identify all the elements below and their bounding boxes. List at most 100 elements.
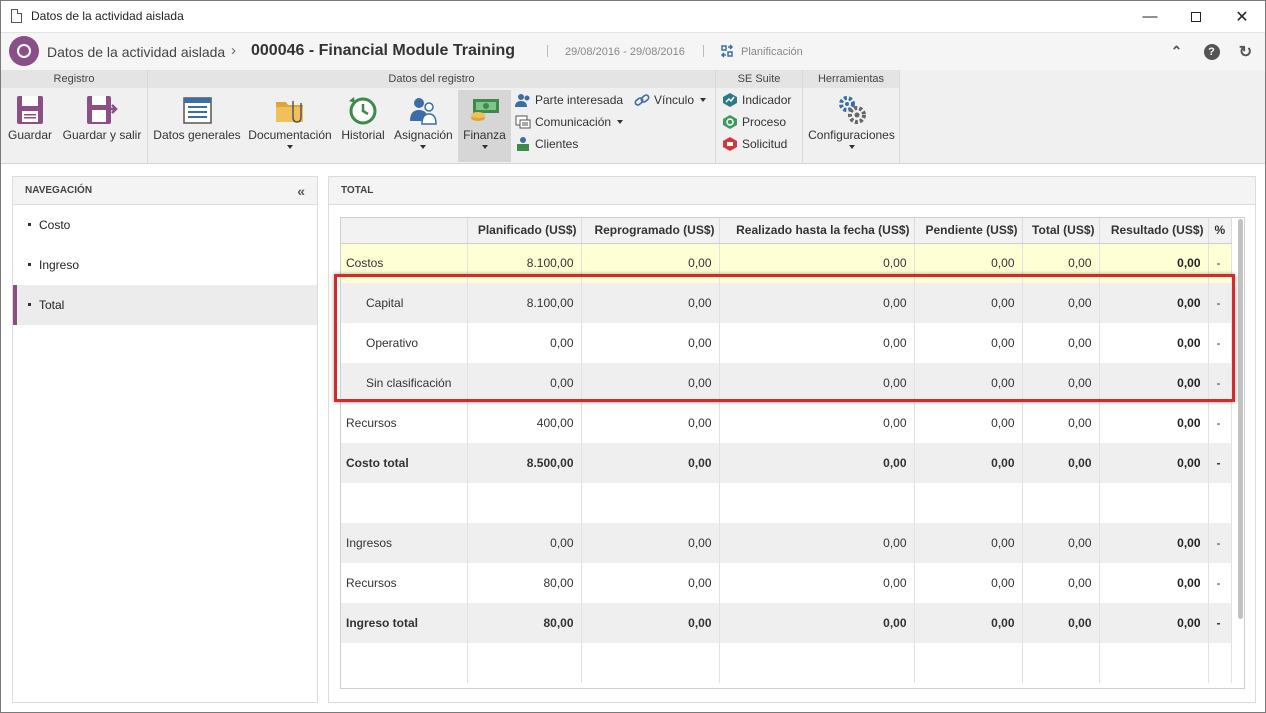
value-cell: 0,00 [581, 603, 720, 643]
table-row[interactable]: Ingresos 0,00 0,00 0,00 0,00 0,00 0,00- [341, 523, 1232, 563]
value-cell: 0,00 [1022, 283, 1100, 323]
record-dates: 29/08/2016 - 29/08/2016 [565, 46, 685, 58]
status-label: Planificación [741, 46, 803, 58]
value-cell: 400,00 [467, 403, 582, 443]
dropdown-arrow-icon [420, 145, 426, 149]
nav-item-costo[interactable]: Costo [13, 205, 317, 245]
communication-icon [515, 114, 531, 130]
value-cell: 0,00 [1022, 563, 1100, 603]
table-row[interactable]: Ingreso total 80,00 0,00 0,00 0,00 0,00 0,00- [341, 603, 1232, 643]
comunicacion-button[interactable]: Comunicación [515, 112, 624, 132]
value-cell: 0,00 [1099, 283, 1209, 323]
clients-icon [515, 136, 531, 152]
value-cell [1099, 483, 1209, 523]
column-header[interactable]: Reprogramado (US$) [581, 218, 720, 244]
datos-generales-button[interactable]: Datos generales [152, 90, 242, 162]
solicitud-button[interactable]: Solicitud [722, 134, 787, 154]
value-cell: 8.500,00 [467, 443, 582, 483]
value-cell [1022, 483, 1100, 523]
help-icon[interactable]: ? [1203, 43, 1220, 60]
nav-item-ingreso[interactable]: Ingreso [13, 245, 317, 285]
column-header[interactable]: Planificado (US$) [467, 218, 582, 244]
table-row[interactable] [341, 643, 1232, 683]
documentacion-button[interactable]: Documentación [248, 90, 332, 162]
column-header[interactable]: Pendiente (US$) [914, 218, 1023, 244]
guardar-button[interactable]: Guardar [5, 90, 55, 162]
value-cell: 0,00 [719, 443, 915, 483]
table-row[interactable]: Sin clasificación 0,00 0,00 0,00 0,00 0,00 0,0… [341, 363, 1232, 403]
column-header[interactable]: % [1208, 218, 1232, 244]
assignment-people-icon [410, 98, 437, 125]
dropdown-arrow-icon [617, 120, 624, 124]
proceso-button[interactable]: Proceso [722, 112, 786, 132]
document-icon [11, 9, 22, 23]
group-label: Datos del registro [148, 70, 715, 88]
value-cell: 0,00 [1022, 403, 1100, 443]
value-cell: 0,00 [719, 363, 915, 403]
configuraciones-button[interactable]: Configuraciones [807, 90, 896, 162]
historial-button[interactable]: Historial [338, 90, 388, 162]
value-cell: 0,00 [719, 603, 915, 643]
table-row[interactable]: Recursos 80,00 0,00 0,00 0,00 0,00 0,00- [341, 563, 1232, 603]
record-header: Datos de la actividad aislada › 000046 -… [1, 32, 1265, 70]
total-panel: TOTAL Planificado (US$) Reprogramado (US… [328, 176, 1256, 703]
column-header[interactable]: Realizado hasta la fecha (US$) [719, 218, 915, 244]
guardar-y-salir-button[interactable]: Guardar y salir [61, 90, 143, 162]
percent-cell [1208, 643, 1232, 683]
group-datos-registro: Datos del registro Datos generales Docum… [148, 70, 716, 164]
row-label: Capital [341, 283, 468, 323]
asignacion-button[interactable]: Asignación [394, 90, 453, 162]
column-header[interactable]: Total (US$) [1022, 218, 1100, 244]
collapse-up-icon[interactable]: ⌃ [1168, 43, 1185, 60]
table-row[interactable]: Capital 8.100,00 0,00 0,00 0,00 0,00 0,00- [341, 283, 1232, 323]
value-cell: 0,00 [1022, 603, 1100, 643]
row-label [341, 483, 468, 523]
activity-logo-icon [9, 36, 39, 66]
table-row[interactable]: Costo total 8.500,00 0,00 0,00 0,00 0,00 0,00- [341, 443, 1232, 483]
totals-grid: Planificado (US$) Reprogramado (US$) Rea… [340, 217, 1245, 689]
group-label: Herramientas [803, 70, 899, 88]
value-cell [581, 483, 720, 523]
value-cell: 0,00 [581, 443, 720, 483]
ribbon-toolbar: Registro Guardar Guardar y salir Datos d… [1, 70, 1265, 164]
value-cell: 0,00 [719, 243, 915, 283]
value-cell [914, 483, 1023, 523]
vinculo-button[interactable]: Vínculo [634, 90, 707, 110]
value-cell: 0,00 [1022, 363, 1100, 403]
finanza-button[interactable]: Finanza [458, 90, 511, 162]
minimize-button[interactable]: — [1127, 1, 1173, 32]
table-row[interactable]: Recursos 400,00 0,00 0,00 0,00 0,00 0,00- [341, 403, 1232, 443]
row-label: Costo total [341, 443, 468, 483]
row-label [341, 643, 468, 683]
close-button[interactable]: ✕ [1219, 1, 1265, 32]
value-cell: 0,00 [719, 283, 915, 323]
parte-interesada-button[interactable]: Parte interesada [515, 90, 623, 110]
value-cell: 0,00 [1022, 243, 1100, 283]
indicador-button[interactable]: Indicador [722, 90, 791, 110]
table-row[interactable]: Operativo 0,00 0,00 0,00 0,00 0,00 0,00- [341, 323, 1232, 363]
scrollbar-thumb[interactable] [1238, 219, 1243, 619]
value-cell: 0,00 [467, 523, 582, 563]
percent-cell: - [1208, 283, 1232, 323]
group-registro: Registro Guardar Guardar y salir [1, 70, 148, 164]
collapse-left-icon[interactable]: « [297, 177, 305, 205]
record-title: 000046 - Financial Module Training [251, 42, 516, 59]
nav-item-total[interactable]: Total [13, 285, 317, 325]
breadcrumb[interactable]: Datos de la actividad aislada [47, 44, 225, 60]
vertical-scrollbar[interactable] [1236, 219, 1244, 685]
refresh-icon[interactable]: ↻ [1237, 43, 1254, 61]
column-header[interactable]: Resultado (US$) [1099, 218, 1209, 244]
group-label: Registro [1, 70, 147, 88]
value-cell: 0,00 [1099, 363, 1209, 403]
title-bar: Datos de la actividad aislada — ✕ [1, 1, 1265, 32]
table-row[interactable]: Costos 8.100,00 0,00 0,00 0,00 0,00 0,00- [341, 243, 1232, 283]
table-row[interactable] [341, 483, 1232, 523]
panel-title: TOTAL [329, 177, 1255, 205]
maximize-button[interactable] [1173, 1, 1219, 32]
value-cell: 0,00 [914, 403, 1023, 443]
value-cell: 0,00 [1099, 603, 1209, 643]
application-window: Datos de la actividad aislada — ✕ Datos … [0, 0, 1266, 713]
stakeholder-icon [515, 92, 531, 108]
process-icon [722, 114, 738, 130]
clientes-button[interactable]: Clientes [515, 134, 578, 154]
